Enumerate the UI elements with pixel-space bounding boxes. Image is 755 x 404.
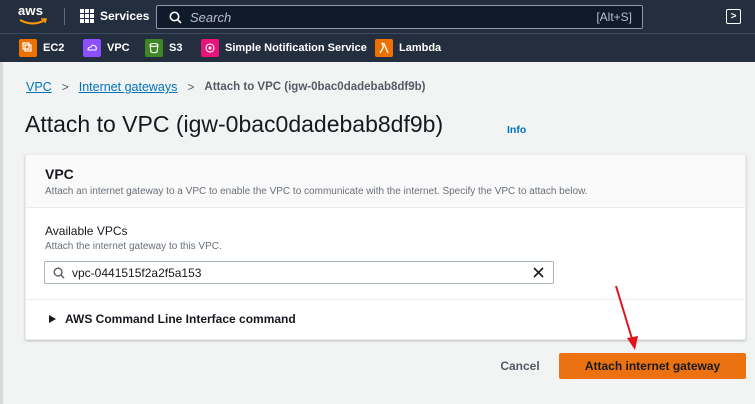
services-menu-button[interactable]: Services [80, 9, 149, 23]
favorite-label: EC2 [43, 42, 65, 54]
breadcrumb-current: Attach to VPC (igw-0bac0dadebab8df9b) [204, 81, 426, 93]
panel-header: VPC Attach an internet gateway to a VPC … [26, 155, 745, 208]
services-label: Services [100, 9, 150, 23]
favorite-s3[interactable]: S3 [145, 39, 182, 57]
search-icon [169, 11, 182, 24]
info-link[interactable]: Info [507, 124, 526, 136]
global-search[interactable]: [Alt+S] [156, 5, 643, 29]
top-navigation: aws Services [Alt+S] > [0, 0, 755, 33]
favorites-bar: EC2 VPC S3 Simple Notification Service L… [0, 33, 755, 62]
favorite-label: Lambda [399, 42, 442, 54]
s3-icon [145, 39, 163, 57]
favorite-label: Simple Notification Service [225, 42, 367, 54]
nav-divider [64, 8, 65, 25]
ec2-icon [19, 39, 37, 57]
panel-title: VPC [45, 166, 74, 182]
chevron-right-icon: > [61, 80, 69, 94]
left-border [0, 62, 3, 404]
search-input[interactable] [190, 9, 570, 25]
aws-smile-icon [19, 18, 47, 25]
search-icon [53, 267, 65, 279]
favorite-label: S3 [169, 42, 183, 54]
chevron-right-icon: > [187, 80, 195, 94]
available-vpcs-description: Attach the internet gateway to this VPC. [45, 241, 222, 252]
attach-internet-gateway-button[interactable]: Attach internet gateway [559, 353, 746, 379]
favorite-sns[interactable]: Simple Notification Service [201, 39, 367, 57]
aws-logo-text: aws [18, 3, 44, 18]
page-title: Attach to VPC (igw-0bac0dadebab8df9b) [25, 111, 444, 137]
favorite-ec2[interactable]: EC2 [19, 39, 64, 57]
panel-description: Attach an internet gateway to a VPC to e… [45, 186, 588, 197]
favorite-label: VPC [107, 42, 130, 54]
lambda-icon [375, 39, 393, 57]
sns-icon [201, 39, 219, 57]
annotation-arrow-icon [615, 285, 638, 350]
breadcrumb: VPC > Internet gateways > Attach to VPC … [26, 80, 426, 94]
aws-logo[interactable]: aws [18, 4, 50, 28]
vpc-input[interactable] [72, 265, 512, 280]
favorite-vpc[interactable]: VPC [83, 39, 130, 57]
breadcrumb-vpc-link[interactable]: VPC [26, 80, 52, 94]
favorite-lambda[interactable]: Lambda [375, 39, 441, 57]
cancel-button[interactable]: Cancel [490, 354, 550, 378]
vpc-autosuggest[interactable] [44, 261, 554, 284]
search-shortcut: [Alt+S] [596, 10, 632, 24]
vpc-icon [83, 39, 101, 57]
clear-icon[interactable] [532, 266, 545, 279]
available-vpcs-label: Available VPCs [45, 224, 128, 238]
caret-right-icon [49, 315, 56, 323]
expander-label: AWS Command Line Interface command [65, 312, 296, 326]
grid-icon [80, 9, 94, 23]
breadcrumb-internet-gateways-link[interactable]: Internet gateways [79, 80, 178, 94]
cloudshell-icon[interactable]: > [726, 9, 741, 24]
cli-command-expander[interactable]: AWS Command Line Interface command [49, 312, 296, 326]
